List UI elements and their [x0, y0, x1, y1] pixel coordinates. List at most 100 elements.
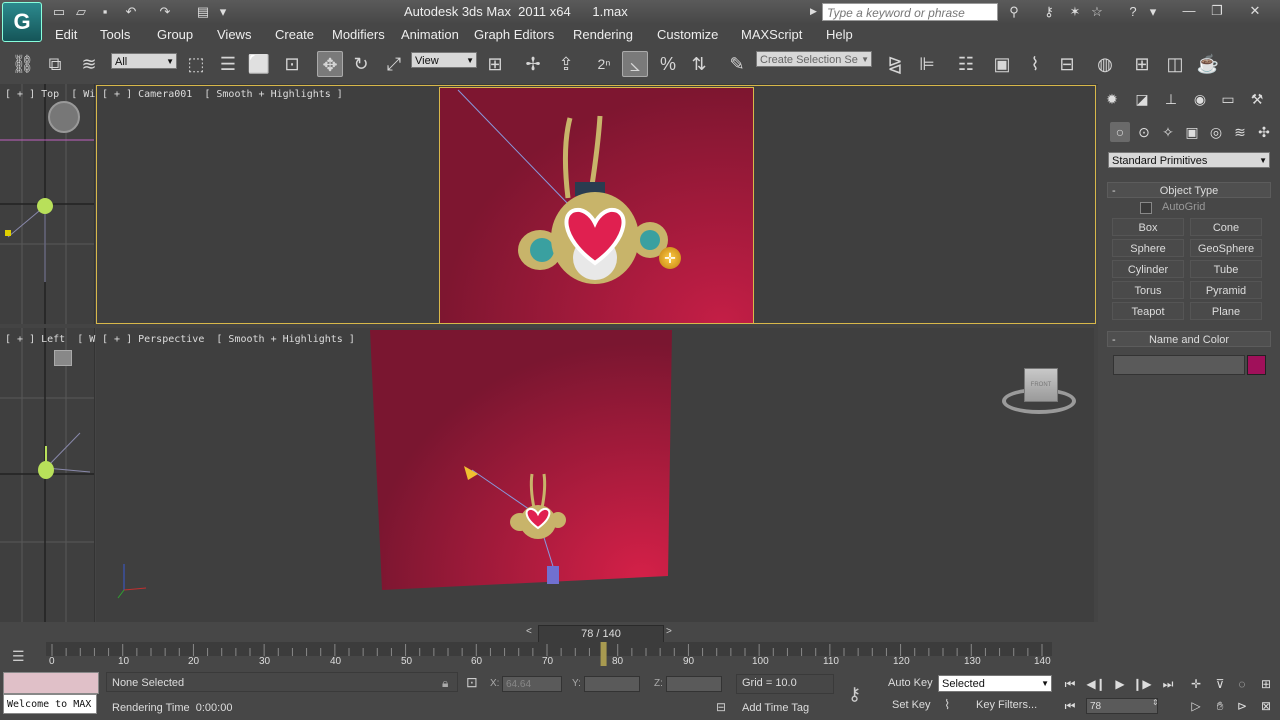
teapot-button[interactable]: Teapot	[1112, 302, 1184, 320]
tube-button[interactable]: Tube	[1190, 260, 1262, 278]
restore-icon[interactable]: ❐	[1204, 2, 1230, 20]
key-filters-button[interactable]: Key Filters...	[976, 699, 1037, 711]
close-icon[interactable]: ✕	[1242, 2, 1268, 20]
current-frame-marker[interactable]	[600, 642, 607, 666]
pyramid-button[interactable]: Pyramid	[1190, 281, 1262, 299]
maximize-toggle-icon[interactable]: ⊞	[1256, 676, 1276, 692]
curve-editor-icon[interactable]: ⌇	[1022, 51, 1048, 77]
bind-space-warp-icon[interactable]: ≋	[76, 51, 102, 77]
name-and-color-rollout-header[interactable]: - Name and Color	[1107, 331, 1271, 347]
key-mode-dropdown[interactable]: Selected ▼	[938, 675, 1052, 692]
cameras-category-icon[interactable]: ▣	[1182, 122, 1202, 142]
new-file-icon[interactable]: ▭	[50, 4, 68, 20]
set-keys-key-icon[interactable]: ⚷	[848, 684, 861, 705]
camera-icon-top[interactable]	[5, 230, 11, 236]
geosphere-button[interactable]: GeoSphere	[1190, 239, 1262, 257]
x-coordinate-field[interactable]: 64.64	[502, 676, 562, 692]
hierarchy-tab-icon[interactable]: ⊥	[1161, 89, 1181, 109]
binoculars-icon[interactable]: ⚲	[1004, 4, 1024, 20]
menu-modifiers[interactable]: Modifiers	[332, 27, 385, 42]
menu-graph-editors[interactable]: Graph Editors	[474, 27, 554, 42]
selection-lock-icon[interactable]: 🔒︎	[442, 676, 448, 691]
play-icon[interactable]: ▶	[1110, 676, 1130, 692]
window-crossing-icon[interactable]: ⊡	[279, 51, 305, 77]
camera-target-gizmo[interactable]	[48, 101, 80, 133]
undo-icon[interactable]: ↶	[122, 4, 140, 20]
selection-filter-dropdown[interactable]: All ▼	[111, 53, 177, 69]
maxscript-output[interactable]: Welcome to MAX	[3, 694, 97, 714]
pivot-center-icon[interactable]: ⊞	[482, 51, 508, 77]
auto-key-button[interactable]: Auto Key	[888, 677, 933, 689]
object-color-swatch[interactable]	[1247, 355, 1266, 375]
left-viewport-label[interactable]: [ + ] Left [ Wi	[5, 334, 101, 345]
open-file-icon[interactable]: ▱	[72, 4, 90, 20]
move-icon[interactable]: ✥	[317, 51, 343, 77]
character-object-top[interactable]	[37, 198, 53, 214]
maxscript-listener-input[interactable]	[3, 672, 99, 694]
default-in-out-tangent-icon[interactable]: ⌇	[944, 697, 950, 713]
communication-center-icon[interactable]: ✶	[1066, 4, 1084, 20]
key-mode-toggle-icon[interactable]: ⏮	[1060, 698, 1080, 714]
box-button[interactable]: Box	[1112, 218, 1184, 236]
zoom-icon[interactable]: ✛	[1186, 676, 1206, 692]
perspective-viewport-label[interactable]: [ + ] Perspective [ Smooth + Highlights …	[102, 334, 355, 345]
rectangular-selection-icon[interactable]: ⬜	[246, 51, 272, 77]
select-by-name-icon[interactable]: ☰	[215, 51, 241, 77]
primitive-category-dropdown[interactable]: Standard Primitives ▼	[1108, 152, 1270, 168]
menu-views[interactable]: Views	[217, 27, 251, 42]
cylinder-button[interactable]: Cylinder	[1112, 260, 1184, 278]
time-tag-icon[interactable]: ⊟	[716, 700, 726, 714]
add-time-tag-button[interactable]: Add Time Tag	[742, 702, 809, 714]
orbit-icon[interactable]: ◌	[1232, 676, 1252, 692]
modify-tab-icon[interactable]: ◪	[1132, 89, 1152, 109]
mirror-icon[interactable]: ⧎	[882, 51, 908, 77]
redo-icon[interactable]: ↷	[156, 4, 174, 20]
infocenter-search-input[interactable]: Type a keyword or phrase	[822, 3, 998, 21]
menu-create[interactable]: Create	[275, 27, 314, 42]
cone-button[interactable]: Cone	[1190, 218, 1262, 236]
previous-frame-arrow-icon[interactable]: <	[526, 626, 532, 637]
z-coordinate-field[interactable]	[666, 676, 722, 692]
favorites-star-icon[interactable]: ☆	[1088, 4, 1106, 20]
rendered-frame-window-icon[interactable]: ◫	[1162, 51, 1188, 77]
mini-curve-editor-icon[interactable]: ☰	[12, 648, 30, 664]
quick-access-dropdown-icon[interactable]: ▾	[214, 4, 232, 20]
go-to-end-icon[interactable]: ⏭	[1158, 676, 1178, 692]
go-to-start-icon[interactable]: ⏮	[1060, 676, 1080, 692]
object-type-rollout-header[interactable]: - Object Type	[1107, 182, 1271, 198]
pan-hand-icon[interactable]: ✋︎	[1210, 698, 1230, 714]
viewcube-icon[interactable]: FRONT	[1024, 368, 1058, 402]
field-of-view-icon[interactable]: ▷	[1186, 698, 1206, 714]
motion-tab-icon[interactable]: ◉	[1190, 89, 1210, 109]
zoom-all-icon[interactable]: ⊽	[1210, 676, 1230, 692]
menu-customize[interactable]: Customize	[657, 27, 718, 42]
set-key-button[interactable]: Set Key	[892, 699, 931, 711]
select-object-icon[interactable]: ⬚	[183, 51, 209, 77]
search-expand-icon[interactable]: ▶	[810, 6, 817, 17]
menu-tools[interactable]: Tools	[100, 27, 130, 42]
reference-coordinate-dropdown[interactable]: View ▼	[411, 52, 477, 68]
percent-snap-icon[interactable]: %	[655, 51, 681, 77]
display-tab-icon[interactable]: ▭	[1218, 89, 1238, 109]
frame-spinner-icon[interactable]: ⇕	[1152, 698, 1159, 707]
edit-named-selection-icon[interactable]: ✎	[724, 51, 750, 77]
minimize-icon[interactable]: —	[1176, 2, 1202, 20]
utilities-tab-icon[interactable]: ⚒	[1247, 89, 1267, 109]
transform-type-in-icon[interactable]: ⊡	[466, 674, 478, 691]
save-file-icon[interactable]: ▪	[96, 4, 114, 20]
project-folder-icon[interactable]: ▤	[194, 4, 212, 20]
walk-through-icon[interactable]: ⊳	[1232, 698, 1252, 714]
menu-maxscript[interactable]: MAXScript	[741, 27, 802, 42]
graphite-ribbon-icon[interactable]: ▣	[989, 51, 1015, 77]
help-icon[interactable]: ?	[1124, 4, 1142, 20]
space-warps-category-icon[interactable]: ≋	[1230, 122, 1250, 142]
create-tab-icon[interactable]: ✹	[1102, 89, 1122, 109]
helpers-category-icon[interactable]: ◎	[1206, 122, 1226, 142]
select-manipulate-icon[interactable]: ✢	[520, 51, 546, 77]
object-name-input[interactable]	[1113, 355, 1245, 375]
help-dropdown-icon[interactable]: ▾	[1144, 4, 1162, 20]
plane-button[interactable]: Plane	[1190, 302, 1262, 320]
snaps-toggle-icon[interactable]: 2ⁿ	[591, 51, 617, 77]
lights-category-icon[interactable]: ✧	[1158, 122, 1178, 142]
time-slider[interactable]: 78 / 140	[538, 625, 664, 643]
